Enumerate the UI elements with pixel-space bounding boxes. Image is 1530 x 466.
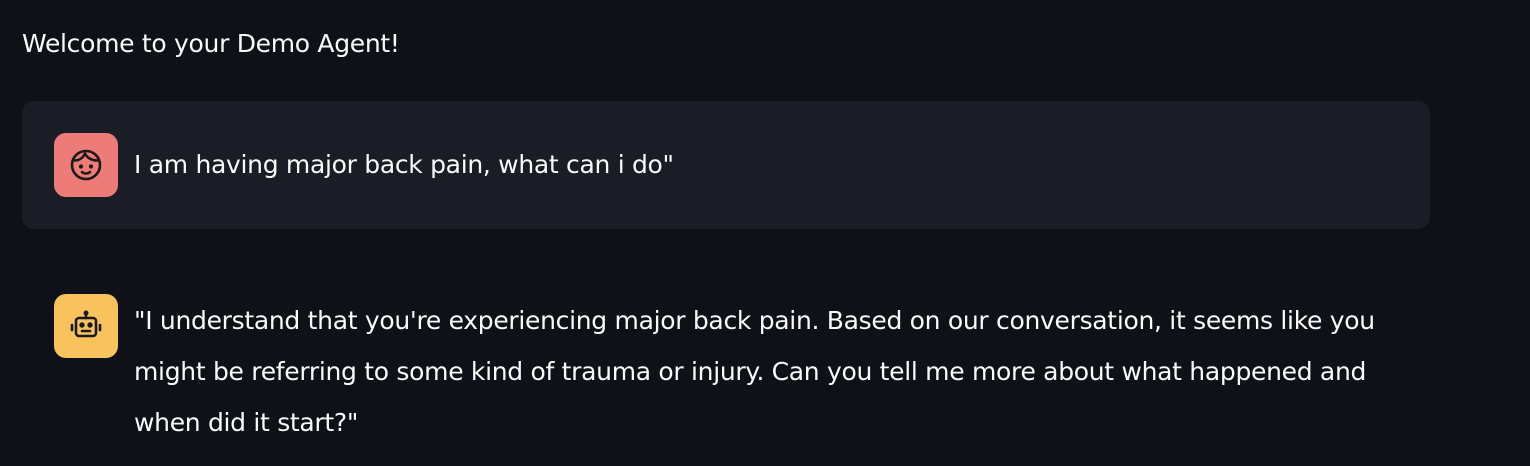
chat-message-user: I am having major back pain, what can i … [22,101,1430,229]
chat-message-assistant: "I understand that you're experiencing m… [22,262,1430,452]
user-avatar [54,133,118,197]
face-icon [68,147,104,183]
assistant-avatar [54,294,118,358]
page-title: Welcome to your Demo Agent! [22,29,400,58]
message-text: "I understand that you're experiencing m… [134,306,1375,437]
robot-icon [68,308,104,344]
message-text: I am having major back pain, what can i … [134,150,674,179]
